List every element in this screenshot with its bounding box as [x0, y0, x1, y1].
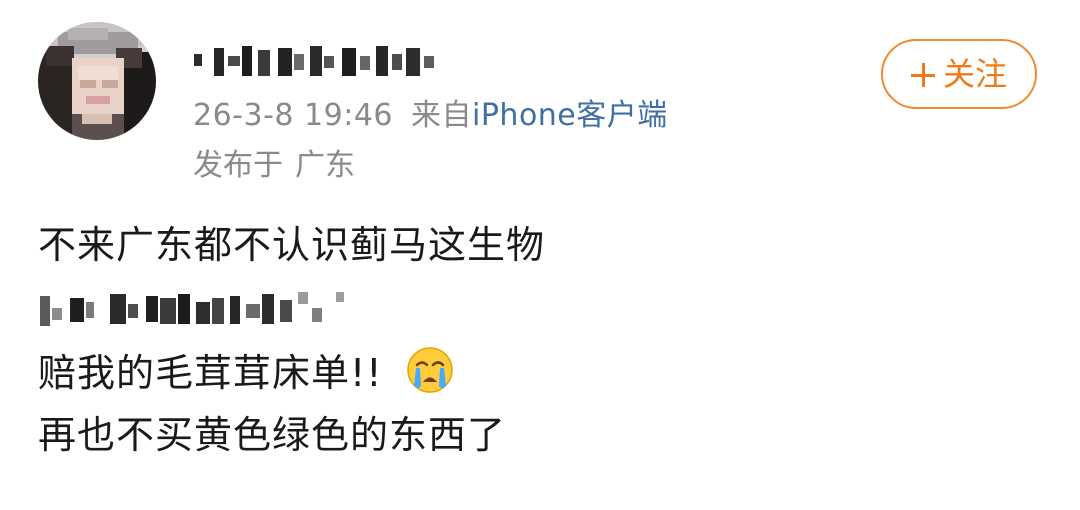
plus-icon: [910, 63, 935, 87]
post-text-line-pixelated: [40, 288, 350, 332]
post-text-line-4: 再也不买黄色绿色的东西了: [38, 413, 507, 457]
post-location: 发布于 广东: [193, 146, 355, 186]
post-text-line-3: 赔我的毛茸茸床单!!: [38, 346, 454, 396]
location-prefix: 发布于: [193, 148, 283, 183]
follow-label: 关注: [942, 55, 1007, 93]
post-date: 26-3-8 19:46: [193, 98, 393, 133]
post-text-line-3-text: 赔我的毛茸茸床单!!: [38, 351, 383, 395]
post-meta: 26-3-8 19:46 来自iPhone客户端: [193, 96, 668, 136]
source-link[interactable]: iPhone客户端: [472, 98, 668, 133]
follow-button[interactable]: 关注: [881, 39, 1037, 109]
username-pixelated[interactable]: [192, 44, 442, 80]
source-prefix: 来自: [411, 98, 472, 133]
crying-face-icon: [406, 346, 454, 394]
avatar[interactable]: [38, 22, 156, 140]
post-text-line-1: 不来广东都不认识蓟马这生物: [38, 223, 546, 267]
location-place: 广东: [295, 148, 355, 183]
